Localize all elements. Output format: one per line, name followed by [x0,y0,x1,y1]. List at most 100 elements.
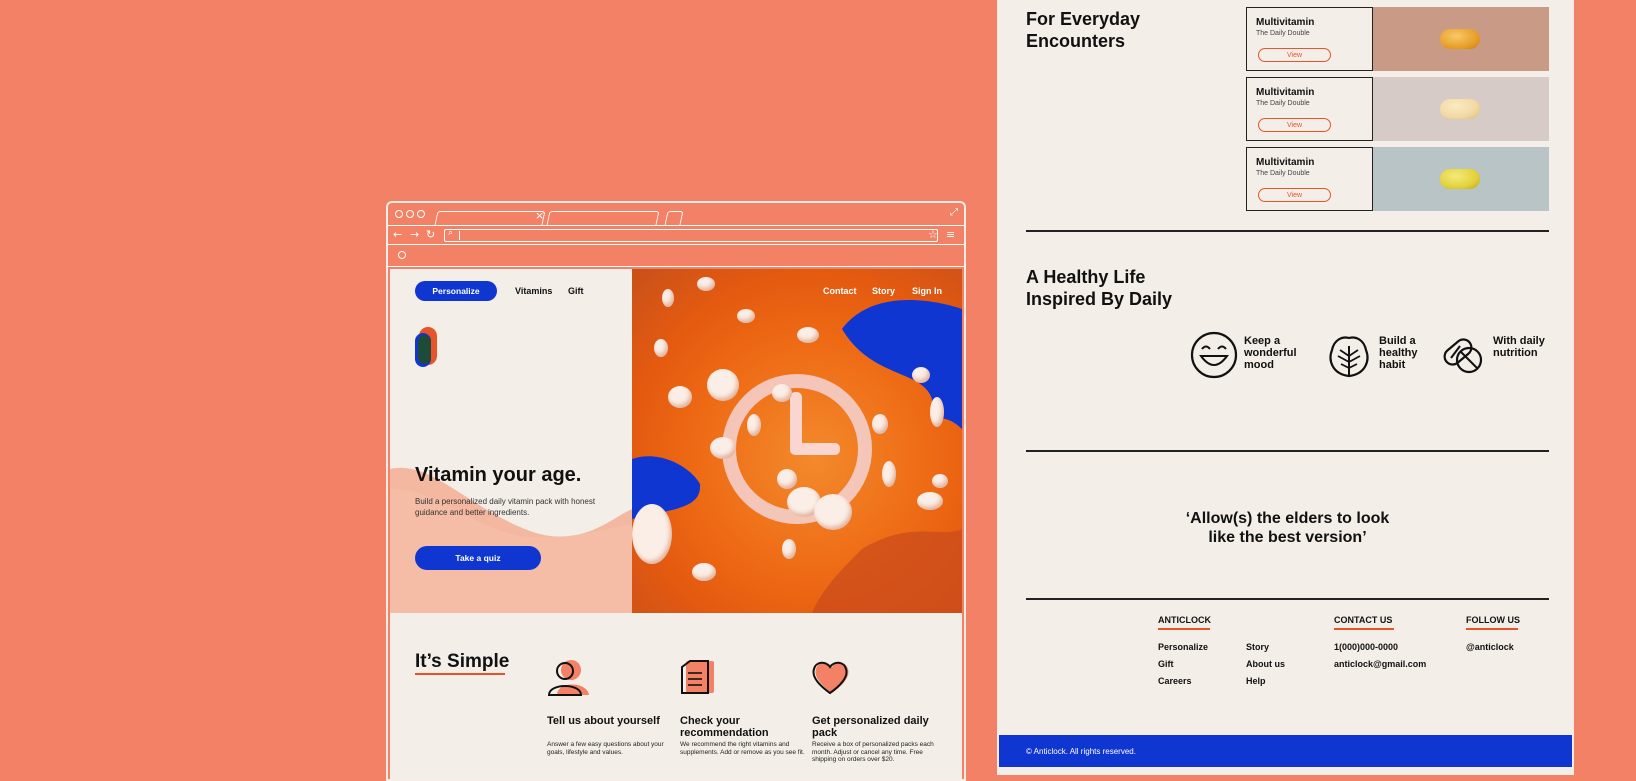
bookmark-star-icon[interactable]: ☆ [928,228,938,241]
healthy-life-title: A Healthy Life Inspired By Daily [1026,267,1173,309]
footer-link-about[interactable]: About us [1246,659,1285,669]
pill-decoration [697,277,715,291]
footer-link-gift[interactable]: Gift [1158,659,1174,669]
view-button[interactable]: View [1258,48,1331,62]
pill-decoration [782,539,796,559]
pill-decoration [737,309,755,323]
pill-decoration [707,369,739,401]
copyright-text: © Anticlock. All rights reserved. [1026,747,1136,756]
capsule-image [1440,29,1480,49]
nav-signin[interactable]: Sign In [912,286,942,296]
product-name: Multivitamin [1256,157,1315,168]
product-card-info: Multivitamin The Daily Double View [1246,77,1373,141]
capsule-image [1440,169,1480,189]
document-icon [681,660,714,694]
product-card: Multivitamin The Daily Double View [1246,147,1549,211]
personalize-button[interactable]: Personalize [415,281,497,301]
menu-icon[interactable]: ≡ [946,228,955,241]
leaf-icon [1329,336,1369,378]
pill-decoration [710,437,736,459]
text-cursor [459,231,460,240]
heart-icon [812,661,849,695]
back-icon[interactable]: ← [393,228,402,241]
feature-nutrition: With daily nutrition [1439,330,1545,380]
browser-tab-active[interactable] [434,211,546,225]
hero-clock-illustration [632,300,962,613]
tab-close-icon[interactable]: × [535,209,544,222]
pill-decoration [654,339,668,357]
hero-subtext: Build a personalized daily vitamin pack … [415,497,596,517]
search-icon: ⌕ [448,228,454,238]
browser-tab[interactable] [546,211,660,225]
take-quiz-button[interactable]: Take a quiz [415,546,541,570]
footer-link-help[interactable]: Help [1246,676,1266,686]
heading-underline [1158,628,1210,630]
footer-link-personalize[interactable]: Personalize [1158,642,1208,652]
feature-label: Keep a wonderful mood [1244,335,1297,371]
title-underline [415,673,505,675]
close-dot-icon[interactable] [395,210,403,218]
fullscreen-icon[interactable]: ⤢ [950,207,958,218]
footer-email[interactable]: anticlock@gmail.com [1334,659,1426,669]
footer-link-story[interactable]: Story [1246,642,1269,652]
step-description: Answer a few easy questions about your g… [547,741,664,756]
pill-decoration [930,397,944,427]
quote-text: ‘Allow(s) the elders to look like the be… [1026,509,1549,547]
nav-story[interactable]: Story [872,286,895,296]
step-title: Check your recommendation [680,715,769,739]
reload-icon[interactable]: ↻ [426,228,435,241]
address-bar[interactable]: ⌕ [444,228,938,242]
maximize-dot-icon[interactable] [417,210,425,218]
minimize-dot-icon[interactable] [406,210,414,218]
bookmark-circle-icon[interactable] [398,251,406,259]
nav-contact[interactable]: Contact [823,286,857,296]
footer-link-careers[interactable]: Careers [1158,676,1192,686]
section-divider [1026,598,1549,600]
product-image [1373,147,1549,211]
pill-decoration [662,289,674,307]
smile-icon [1190,331,1238,379]
footer-social-handle[interactable]: @anticlock [1466,642,1514,652]
browser-titlebar: × ⤢ [388,203,964,225]
step-description: We recommend the right vitamins and supp… [680,741,805,756]
heading-underline [1334,628,1394,630]
pill-decoration [632,504,672,564]
bookmarks-bar [388,245,964,267]
feature-habit: Build a healthy habit [1324,330,1418,380]
view-button[interactable]: View [1258,118,1331,132]
everyday-title: For Everyday Encounters [1026,9,1141,51]
pill-decoration [912,367,930,383]
pill-decoration [797,327,819,343]
step-daily-pack: Get personalized daily pack Receive a bo… [812,659,942,763]
pill-icon [1443,338,1483,374]
product-image [1373,77,1549,141]
person-icon [547,660,589,696]
pill-decoration [747,414,761,436]
footer-phone[interactable]: 1(000)000-0000 [1334,642,1398,652]
nav-gift[interactable]: Gift [568,286,584,296]
quote: ‘Allow(s) the elders to look like the be… [1185,510,1390,546]
step-tell-us: Tell us about yourself Answer a few easy… [547,659,677,756]
product-subtitle: The Daily Double [1256,100,1310,107]
anticlock-logo [415,327,437,367]
product-name: Multivitamin [1256,17,1315,28]
forward-icon[interactable]: → [410,228,419,241]
step-title: Get personalized daily pack [812,715,929,739]
view-button[interactable]: View [1258,188,1331,202]
nav-vitamins[interactable]: Vitamins [515,286,552,296]
hero-image: Contact Story Sign In [632,269,962,613]
footer-follow-heading: FOLLOW US [1466,615,1520,625]
pill-decoration [668,386,692,408]
section-divider [1026,450,1549,452]
step-recommendation: Check your recommendation We recommend t… [680,659,810,756]
product-subtitle: The Daily Double [1256,30,1310,37]
new-tab-icon[interactable] [664,211,684,225]
hero-headline: Vitamin your age. [415,464,582,486]
product-image [1373,7,1549,71]
pill-decoration [692,563,716,581]
product-card-info: Multivitamin The Daily Double View [1246,147,1373,211]
pill-decoration [777,469,797,489]
pill-decoration [772,384,792,402]
pill-decoration [814,494,852,530]
pill-decoration [917,492,943,510]
